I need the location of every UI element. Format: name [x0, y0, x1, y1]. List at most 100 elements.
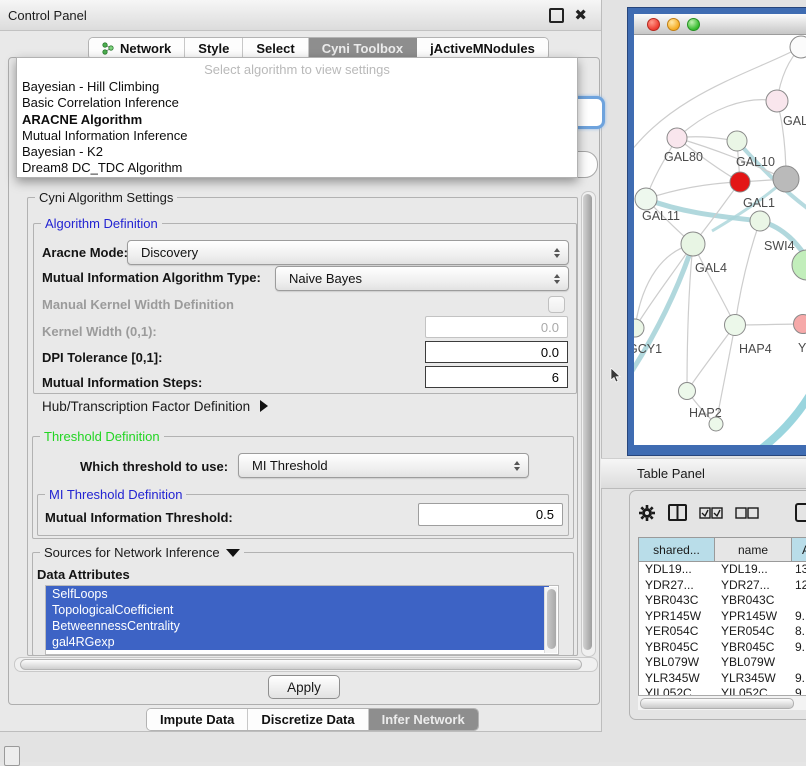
network-node-gal4[interactable]	[681, 232, 705, 256]
network-node-label: GAL	[783, 114, 806, 128]
tab-select[interactable]: Select	[243, 38, 308, 59]
which-threshold-label: Which threshold to use:	[80, 459, 228, 474]
attribute-list-scrollbar[interactable]	[544, 587, 557, 653]
mi-threshold-label: Mutual Information Threshold:	[45, 510, 233, 525]
gear-icon[interactable]	[638, 504, 656, 522]
network-node[interactable]	[709, 417, 723, 431]
network-node[interactable]	[790, 36, 806, 58]
tab-style[interactable]: Style	[185, 38, 243, 59]
mi-steps-field[interactable]: 6	[425, 366, 568, 388]
hub-definition-label: Hub/Transcription Factor Definition	[42, 399, 250, 414]
mi-algorithm-type-select[interactable]: Naive Bayes	[275, 266, 569, 291]
tab-infer-network[interactable]: Infer Network	[369, 709, 478, 730]
table-panel-title: Table Panel	[601, 466, 705, 481]
settings-vertical-scrollbar[interactable]	[581, 191, 596, 657]
select-all-icon[interactable]	[699, 507, 723, 519]
algorithm-option[interactable]: Dream8 DC_TDC Algorithm	[17, 160, 577, 176]
table-row[interactable]: YBR045CYBR045C9.	[639, 640, 806, 656]
column-header-shared-name[interactable]: shared...	[639, 538, 715, 561]
network-node-gal[interactable]	[766, 90, 788, 112]
network-node-label: Y	[798, 341, 806, 355]
table-row[interactable]: YBR043CYBR043C	[639, 593, 806, 609]
dpi-tolerance-label: DPI Tolerance [0,1]:	[42, 350, 162, 365]
algorithm-option[interactable]: Bayesian - K2	[17, 144, 577, 160]
stepper-arrows-icon	[554, 274, 560, 284]
control-panel: Control Panel ✖ Network Style Select Cyn	[0, 0, 602, 732]
mi-threshold-value: 0.5	[536, 507, 554, 522]
minimize-traffic-light-icon[interactable]	[667, 18, 680, 31]
manual-kernel-width-checkbox[interactable]	[548, 296, 565, 313]
algorithm-dropdown-prompt: Select algorithm to view settings	[17, 58, 577, 79]
table-row[interactable]: YPR145WYPR145W9.	[639, 609, 806, 625]
network-view-window[interactable]: GALGAL80GAL10GAL1GAL11SWI4GAL4GCY1HAP4YH…	[628, 8, 806, 455]
collapsed-arrow-icon	[260, 400, 268, 412]
manual-kernel-width-label: Manual Kernel Width Definition	[42, 297, 234, 312]
control-panel-title: Control Panel	[0, 8, 87, 23]
network-node[interactable]	[773, 166, 799, 192]
tab-jactivemnodules[interactable]: jActiveMNodules	[417, 38, 548, 59]
aracne-mode-select[interactable]: Discovery	[127, 240, 569, 265]
attribute-item-selected[interactable]: BetweennessCentrality	[46, 618, 549, 634]
threshold-definition-title: Threshold Definition	[40, 429, 164, 444]
mouse-cursor-icon	[610, 368, 622, 384]
data-attributes-list[interactable]: SelfLoops TopologicalCoefficient Between…	[45, 585, 559, 655]
close-traffic-light-icon[interactable]	[647, 18, 660, 31]
network-canvas[interactable]: GALGAL80GAL10GAL1GAL11SWI4GAL4GCY1HAP4YH…	[634, 35, 806, 445]
settings-horizontal-scrollbar[interactable]	[14, 657, 598, 672]
zoom-traffic-light-icon[interactable]	[687, 18, 700, 31]
network-node[interactable]	[792, 250, 806, 280]
algorithm-option[interactable]: Basic Correlation Inference	[17, 95, 577, 111]
panel-icon[interactable]	[795, 503, 806, 522]
network-node-gal1[interactable]	[730, 172, 750, 192]
network-node-hap2[interactable]	[679, 383, 696, 400]
aracne-mode-label: Aracne Mode:	[42, 245, 128, 260]
table-row[interactable]: YBL079WYBL079W	[639, 655, 806, 671]
dpi-tolerance-field[interactable]: 0.0	[425, 341, 568, 363]
table-row[interactable]: YLR345WYLR345W9.	[639, 671, 806, 687]
network-node-label: GAL11	[642, 209, 680, 223]
attribute-item-selected[interactable]: SelfLoops	[46, 586, 549, 602]
network-node-gal11[interactable]	[635, 188, 657, 210]
mi-steps-label: Mutual Information Steps:	[42, 375, 202, 390]
deselect-all-icon[interactable]	[735, 507, 759, 519]
network-icon	[102, 42, 115, 55]
algorithm-option-selected[interactable]: ARACNE Algorithm	[17, 112, 577, 128]
network-node-hap4[interactable]	[725, 315, 746, 336]
expanded-arrow-icon	[226, 549, 240, 557]
tab-discretize-data[interactable]: Discretize Data	[248, 709, 368, 730]
application-screen: Control Panel ✖ Network Style Select Cyn	[0, 0, 806, 762]
tab-impute-data[interactable]: Impute Data	[147, 709, 248, 730]
network-node-y[interactable]	[794, 315, 806, 334]
network-node-gcy1[interactable]	[634, 319, 644, 337]
network-window-titlebar	[634, 14, 806, 35]
column-header-clipped[interactable]: A	[792, 538, 806, 561]
minimized-panel-icon[interactable]	[4, 746, 20, 766]
column-manager-icon[interactable]	[668, 504, 687, 521]
tab-cyni-toolbox[interactable]: Cyni Toolbox	[309, 38, 417, 59]
attribute-item-selected[interactable]: gal4RGexp	[46, 634, 549, 650]
network-node-label: GAL4	[695, 261, 727, 275]
hub-definition-toggle[interactable]: Hub/Transcription Factor Definition	[42, 399, 268, 414]
table-row[interactable]: YDR27...YDR27...12	[639, 578, 806, 594]
sources-group-title[interactable]: Sources for Network Inference	[40, 545, 244, 560]
which-threshold-select[interactable]: MI Threshold	[238, 453, 529, 478]
algorithm-option[interactable]: Bayesian - Hill Climbing	[17, 79, 577, 95]
column-header-name[interactable]: name	[715, 538, 792, 561]
tab-network[interactable]: Network	[89, 38, 185, 59]
apply-button[interactable]: Apply	[268, 675, 340, 699]
float-window-icon[interactable]	[549, 8, 564, 23]
network-node-swi4[interactable]	[750, 211, 770, 231]
network-node-label: GAL1	[743, 196, 775, 210]
table-row[interactable]: YER054CYER054C8.	[639, 624, 806, 640]
network-node-gal80[interactable]	[667, 128, 687, 148]
mi-threshold-field[interactable]: 0.5	[418, 503, 563, 526]
table-horizontal-scrollbar[interactable]	[638, 695, 806, 710]
attribute-item-selected[interactable]: TopologicalCoefficient	[46, 602, 549, 618]
network-graph: GALGAL80GAL10GAL1GAL11SWI4GAL4GCY1HAP4YH…	[634, 35, 806, 445]
close-icon[interactable]: ✖	[574, 8, 587, 23]
mi-steps-value: 6	[552, 370, 559, 385]
table-row[interactable]: YDL19...YDL19...13	[639, 562, 806, 578]
network-node-gal10[interactable]	[727, 131, 747, 151]
algorithm-option[interactable]: Mutual Information Inference	[17, 128, 577, 144]
kernel-width-value: 0.0	[541, 320, 559, 335]
